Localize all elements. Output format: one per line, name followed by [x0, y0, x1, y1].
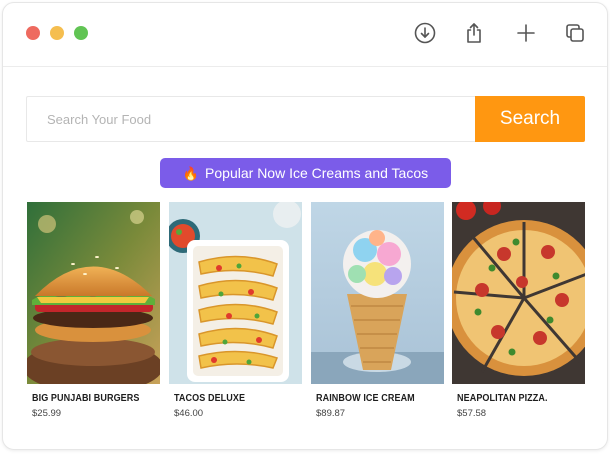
- copy-icon[interactable]: [561, 19, 589, 47]
- popular-banner-text: Popular Now Ice Creams and Tacos: [205, 165, 429, 181]
- fire-icon: 🔥: [182, 165, 200, 181]
- product-card[interactable]: RAINBOW ICE CREAM $89.87: [311, 202, 444, 432]
- tacos-image: [169, 202, 302, 384]
- popular-banner[interactable]: 🔥 Popular Now Ice Creams and Tacos: [160, 158, 451, 188]
- product-card[interactable]: NEAPOLITAN PIZZA. $57.58: [452, 202, 585, 432]
- product-price: $46.00: [174, 408, 204, 419]
- plus-icon[interactable]: [512, 19, 540, 47]
- zoom-window-button[interactable]: [74, 26, 88, 40]
- download-icon[interactable]: [411, 19, 439, 47]
- product-name: NEAPOLITAN PIZZA.: [457, 392, 548, 404]
- product-price: $57.58: [457, 408, 487, 419]
- close-window-button[interactable]: [26, 26, 40, 40]
- search-button[interactable]: Search: [475, 96, 585, 142]
- pizza-image: [452, 202, 585, 384]
- product-name: BIG PUNJABI BURGERS: [32, 392, 140, 404]
- title-bar: [3, 3, 607, 67]
- minimize-window-button[interactable]: [50, 26, 64, 40]
- search-bar: Search: [26, 96, 585, 142]
- search-input[interactable]: [26, 96, 475, 142]
- product-name: TACOS DELUXE: [174, 392, 246, 404]
- product-price: $25.99: [32, 408, 62, 419]
- product-grid: BIG PUNJABI BURGERS $25.99 TACOS DELUXE …: [27, 202, 585, 432]
- ice-cream-image: [311, 202, 444, 384]
- burger-image: [27, 202, 160, 384]
- product-name: RAINBOW ICE CREAM: [316, 392, 415, 404]
- browser-window: Search 🔥 Popular Now Ice Creams and Taco…: [2, 2, 608, 450]
- product-card[interactable]: TACOS DELUXE $46.00: [169, 202, 302, 432]
- product-card[interactable]: BIG PUNJABI BURGERS $25.99: [27, 202, 160, 432]
- share-icon[interactable]: [460, 19, 488, 47]
- product-price: $89.87: [316, 408, 346, 419]
